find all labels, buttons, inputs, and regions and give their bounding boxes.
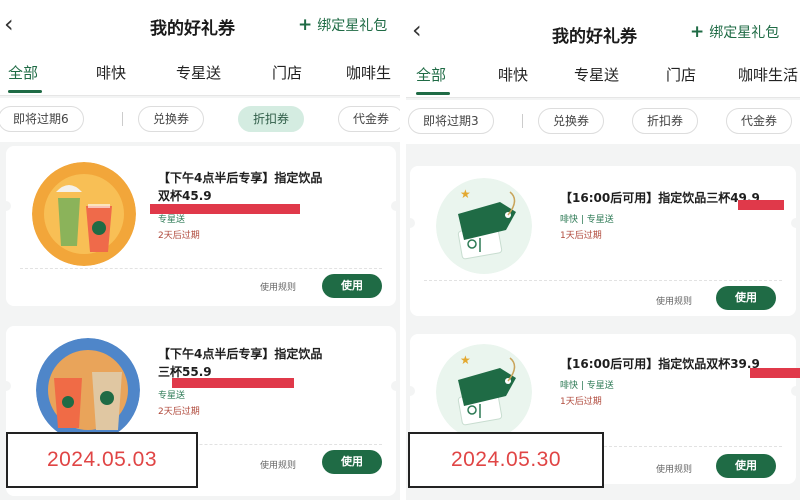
use-button[interactable]: 使用 [322,274,382,298]
left-screenshot: ‹ 我的好礼券 + 绑定星礼包 全部 啡快 专星送 门店 咖啡生 即将过期6 兑换… [0,0,400,500]
tab-coffee-life[interactable]: 咖啡生活 [738,64,798,85]
category-tabs: 全部 啡快 专星送 门店 咖啡生 [0,50,400,96]
tab-delivery[interactable]: 专星送 [176,62,221,83]
price-tag-icon: ★ [436,178,532,274]
drink-cups-icon [32,162,136,266]
redaction-mark [172,378,294,388]
coupon-channel: 啡快 | 专星送 [560,215,614,225]
bind-gift-pack-label: 绑定星礼包 [317,18,388,34]
tab-active-indicator [8,90,42,93]
bind-gift-pack-label: 绑定星礼包 [709,25,780,41]
right-screenshot: ‹ 我的好礼券 + 绑定星礼包 全部 啡快 专星送 门店 咖啡生活 即将过期3 兑… [406,0,800,500]
page-title: 我的好礼券 [150,19,235,39]
svg-text:★: ★ [460,353,471,367]
plus-icon: + [690,22,705,42]
chip-exchange[interactable]: 兑换券 [538,108,605,134]
chip-discount[interactable]: 折扣券 [632,108,699,134]
coupon-title-line2: 双杯45.9 [158,189,212,203]
tab-express-pickup[interactable]: 啡快 [498,64,528,85]
redaction-mark [750,368,800,378]
chip-expiring-soon[interactable]: 即将过期6 [0,106,84,132]
coupon-card[interactable]: 【下午4点半后专享】指定饮品 双杯45.9 专星送 2天后过期 使用规则 使用 [1,146,400,306]
back-chevron-icon[interactable]: ‹ [4,10,14,38]
date-stamp: 2024.05.03 [6,432,198,488]
coupon-title-line1: 【16:00后可用】指定饮品双杯39.9 [560,357,760,371]
bind-gift-pack-link[interactable]: + 绑定星礼包 [298,15,387,35]
use-button[interactable]: 使用 [716,286,776,310]
usage-rules-link[interactable]: 使用规则 [656,462,692,475]
usage-rules-link[interactable]: 使用规则 [260,458,296,471]
filter-chips: 即将过期6 兑换券 折扣券 代金券 [0,98,400,142]
tab-store[interactable]: 门店 [666,64,696,85]
coupon-expire: 1天后过期 [560,231,602,241]
svg-text:★: ★ [460,187,471,201]
tab-store[interactable]: 门店 [272,62,302,83]
chip-cash[interactable]: 代金券 [338,106,400,132]
usage-rules-link[interactable]: 使用规则 [260,280,296,293]
coupon-expire: 2天后过期 [158,407,200,417]
back-chevron-icon[interactable]: ‹ [412,16,422,44]
page-title: 我的好礼券 [552,27,637,47]
price-tag-icon: ★ [436,344,532,440]
tab-active-indicator [416,92,450,95]
coupon-expire: 1天后过期 [560,397,602,407]
chip-expiring-soon[interactable]: 即将过期3 [408,108,494,134]
tab-coffee-life[interactable]: 咖啡生 [346,62,391,83]
drink-cups-icon [36,338,140,442]
tab-delivery[interactable]: 专星送 [574,64,619,85]
coupon-card[interactable]: ★ 【16:00后可用】指定饮品三杯49.9 啡快 | 专星送 1天后过期 使用… [406,166,800,316]
redaction-mark [738,200,784,210]
coupon-channel: 啡快 | 专星送 [560,381,614,391]
coupon-title-line1: 【下午4点半后专享】指定饮品 [158,347,323,361]
chip-discount[interactable]: 折扣券 [238,106,305,132]
coupon-title-line1: 【下午4点半后专享】指定饮品 [158,171,323,185]
chip-exchange[interactable]: 兑换券 [138,106,205,132]
filter-chips: 即将过期3 兑换券 折扣券 代金券 [406,100,800,144]
card-divider [424,280,782,281]
use-button[interactable]: 使用 [716,454,776,478]
coupon-channel: 专星送 [158,215,186,225]
use-button[interactable]: 使用 [322,450,382,474]
chip-divider [122,112,123,126]
date-stamp: 2024.05.30 [408,432,604,488]
bind-gift-pack-link[interactable]: + 绑定星礼包 [690,22,779,42]
header: ‹ 我的好礼券 + 绑定星礼包 [0,0,400,50]
chip-cash[interactable]: 代金券 [726,108,793,134]
header: ‹ 我的好礼券 + 绑定星礼包 [406,0,800,52]
usage-rules-link[interactable]: 使用规则 [656,294,692,307]
chip-divider [522,114,523,128]
card-divider [20,268,382,269]
category-tabs: 全部 啡快 专星送 门店 咖啡生活 [406,52,800,98]
plus-icon: + [298,15,313,35]
coupon-title-line1: 【16:00后可用】指定饮品三杯49.9 [560,191,760,205]
tab-all[interactable]: 全部 [416,64,446,85]
coupon-expire: 2天后过期 [158,231,200,241]
tab-all[interactable]: 全部 [8,62,38,83]
coupon-channel: 专星送 [158,391,186,401]
tab-express-pickup[interactable]: 啡快 [96,62,126,83]
